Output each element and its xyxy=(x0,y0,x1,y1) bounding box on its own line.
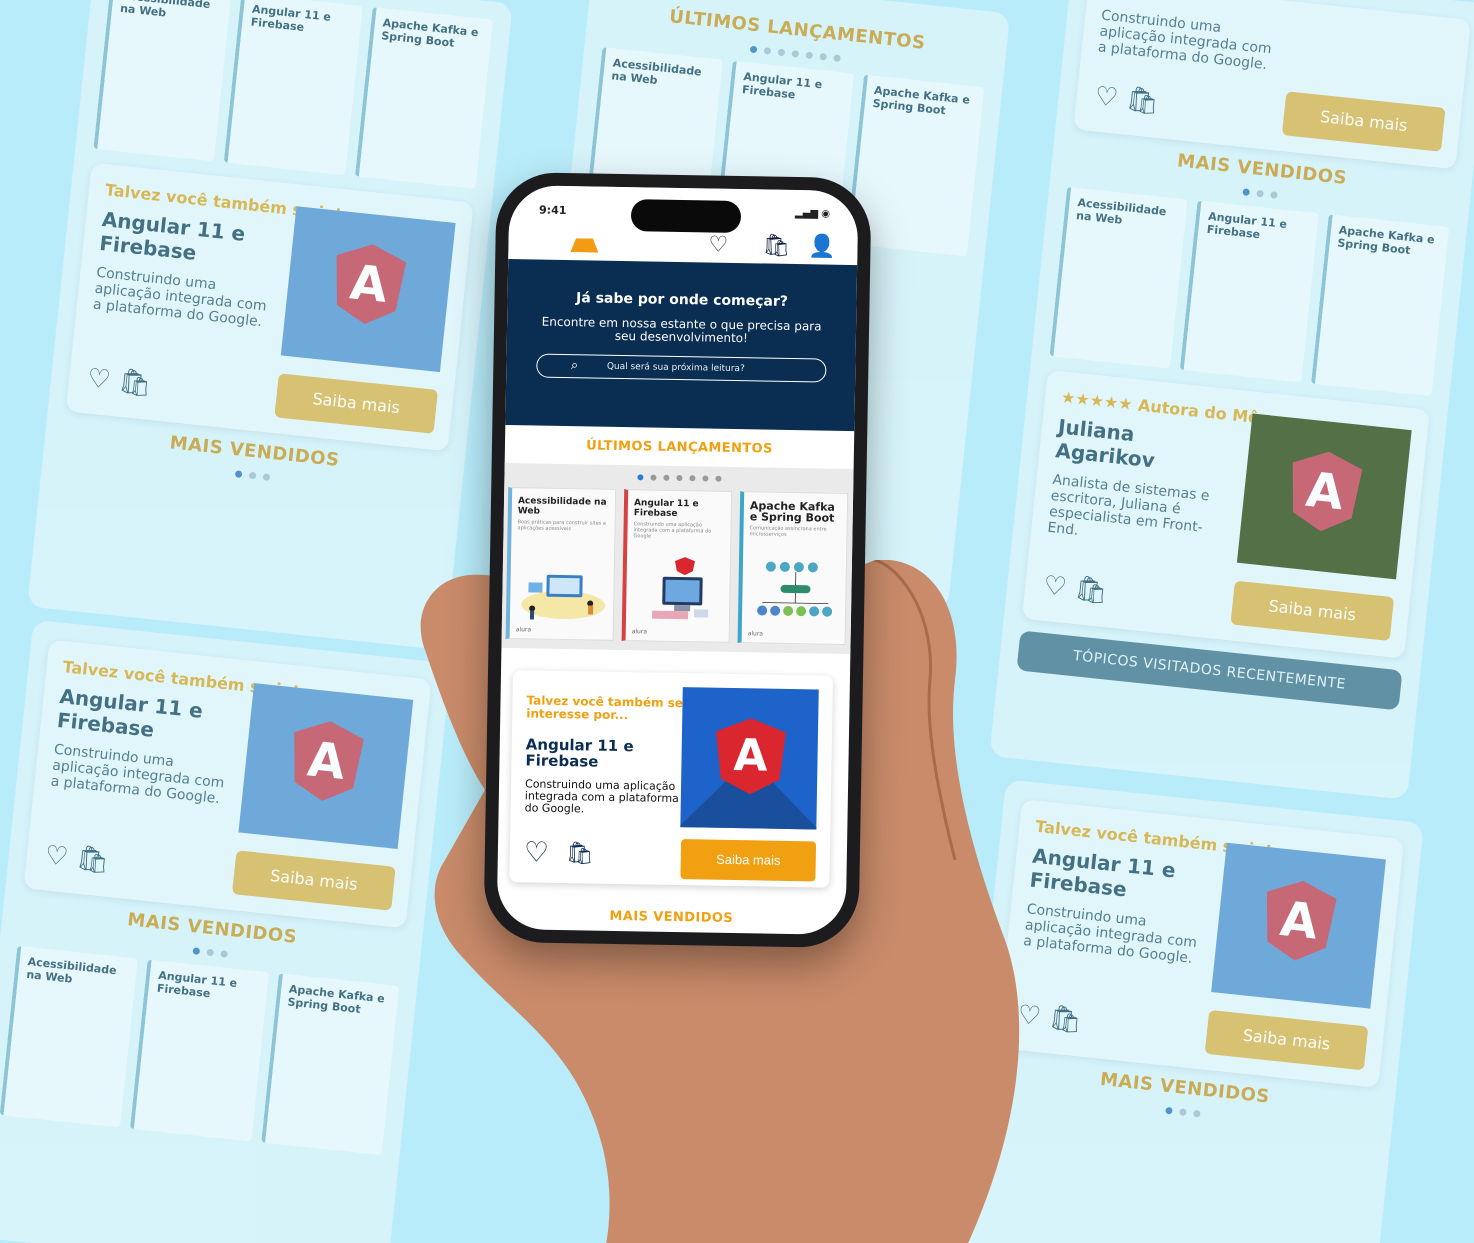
bg-heart-bag-icons: ♡ 🛍 xyxy=(85,363,154,400)
bg-column-left-bottom: Talvez você também se interesse por... A… xyxy=(0,619,452,1243)
bg-angular-cover xyxy=(280,206,456,373)
rec-title: Angular 11 e Firebase xyxy=(525,735,634,771)
bg-book: Angular 11 e Firebase xyxy=(1180,200,1319,383)
bg-recommend-card: Talvez você também se interesse por... A… xyxy=(996,799,1405,1088)
bg-book: Acessibilidade na Web xyxy=(0,945,139,1128)
bg-heart-bag-icons: ♡ 🛍 xyxy=(1016,999,1084,1037)
bg-book: Apache Kafka e Spring Boot xyxy=(1310,214,1450,397)
carousel-dot[interactable] xyxy=(701,475,708,482)
bg-recommend-card: Talvez você também se interesse por... A… xyxy=(65,162,474,452)
carousel-dot[interactable] xyxy=(649,474,656,481)
section-title-best-sellers: MAIS VENDIDOS xyxy=(609,908,734,927)
bg-card-title: Angular 11 e Firebase xyxy=(98,207,247,265)
bg-book: Acessibilidade na Web xyxy=(93,0,232,162)
book-brand: alura xyxy=(747,630,764,638)
saiba-mais-button[interactable]: Saiba mais xyxy=(680,839,817,882)
book-cover-kafka[interactable]: Apache Kafka e Spring Boot Comunicação a… xyxy=(737,491,849,645)
book-illustration xyxy=(521,574,606,620)
heart-icon[interactable]: ♡ xyxy=(524,835,550,868)
status-time: 9:41 xyxy=(538,203,567,218)
bg-saiba-mais: Saiba mais xyxy=(1281,91,1446,152)
bg-card-desc: Construindo uma aplicação integrada com … xyxy=(1022,901,1198,967)
bg-recommend-card: Talvez você também se interesse por... A… xyxy=(23,639,432,929)
logo-icon[interactable] xyxy=(570,238,598,252)
bg-book-row: Acessibilidade na Web Angular 11 e Fireb… xyxy=(1049,186,1450,397)
favorite-icon[interactable]: ♡ xyxy=(708,232,728,257)
bg-heart-bag-icons: ♡ 🛍 xyxy=(43,840,111,877)
bg-card-title: Angular 11 e Firebase xyxy=(1028,843,1177,902)
shopping-bag-icon[interactable]: 🛍 xyxy=(566,841,594,866)
book-list: Acessibilidade na Web Boas práticas para… xyxy=(502,478,854,645)
bg-saiba-mais: Saiba mais xyxy=(231,850,396,911)
book-illustration xyxy=(757,561,833,617)
search-icon: ⌕ xyxy=(570,358,579,374)
phone-device: ♡ 🛍 👤 9:41 ▂▄▆ ◉ Já sabe por onde começa… xyxy=(483,171,872,949)
bg-card-desc: Construindo uma aplicação integrada com … xyxy=(49,741,226,808)
bg-author-desc: Analista de sistemas e escritora, Julian… xyxy=(1046,471,1211,539)
bg-book: Acessibilidade na Web xyxy=(1049,186,1188,369)
carousel-dot[interactable] xyxy=(675,474,682,482)
bg-column-right: Construindo uma aplicação integrada com … xyxy=(989,0,1474,800)
status-signal-icon: ▂▄▆ ◉ xyxy=(794,208,831,220)
bg-column-left: Acessibilidade na Web Angular 11 e Fireb… xyxy=(27,0,513,651)
carousel-dot[interactable] xyxy=(688,475,695,482)
carousel-dot[interactable] xyxy=(662,474,669,481)
bg-heart-bag-icons: ♡ 🛍 xyxy=(1093,81,1161,118)
book-title: Apache Kafka e Spring Boot xyxy=(749,499,835,525)
phone-screen: ♡ 🛍 👤 9:41 ▂▄▆ ◉ Já sabe por onde começa… xyxy=(496,185,859,935)
hero-banner: Já sabe por onde começar? Encontre em no… xyxy=(505,258,858,432)
bg-author-name: Juliana Agarikov xyxy=(1054,414,1156,473)
bg-book: Angular 11 e Firebase xyxy=(223,0,363,176)
book-brand: alura xyxy=(631,628,648,636)
book-cover-acessibilidade[interactable]: Acessibilidade na Web Boas práticas para… xyxy=(505,487,617,641)
user-account-icon[interactable]: 👤 xyxy=(808,234,836,259)
section-title-latest: ÚLTIMOS LANÇAMENTOS xyxy=(586,438,773,457)
book-subtitle: Boas práticas para construir sites e apl… xyxy=(517,519,607,533)
bg-saiba-mais: Saiba mais xyxy=(1230,580,1395,642)
bg-author-photo xyxy=(1236,413,1412,580)
shopping-bag-icon[interactable]: 🛍 xyxy=(762,233,790,258)
bg-card-title: Angular 11 e Firebase xyxy=(55,683,205,742)
book-title: Angular 11 e Firebase xyxy=(633,498,699,519)
carousel-dot[interactable] xyxy=(714,475,721,482)
rec-description: Construindo uma aplicação integrada com … xyxy=(524,777,679,816)
bg-saiba-mais: Saiba mais xyxy=(1204,1009,1369,1071)
hero-title: Já sabe por onde começar? xyxy=(575,290,789,310)
bg-book-row: Acessibilidade na Web Angular 11 e Fireb… xyxy=(93,0,494,189)
book-cover-angular[interactable]: Angular 11 e Firebase Construindo uma ap… xyxy=(621,489,733,643)
bg-recommend-card: Construindo uma aplicação integrada com … xyxy=(1073,0,1471,170)
search-placeholder: Qual será sua próxima leitura? xyxy=(606,361,745,375)
angular-cover-image[interactable]: A xyxy=(680,687,819,830)
rec-kicker: Talvez você também se interesse por... xyxy=(526,693,684,723)
recommendation-card: Talvez você também se interesse por... A… xyxy=(509,670,834,888)
bg-book: Angular 11 e Firebase xyxy=(130,959,269,1142)
book-illustration xyxy=(651,557,709,620)
dynamic-island xyxy=(630,199,742,234)
carousel-dot[interactable] xyxy=(636,474,643,481)
book-title: Acessibilidade na Web xyxy=(517,496,607,517)
bg-card-desc: Construindo uma aplicação integrada com … xyxy=(1097,7,1273,74)
bg-angular-cover xyxy=(238,683,414,850)
book-subtitle: Construindo uma aplicação integrada com … xyxy=(633,521,712,540)
bg-card-desc: Construindo uma aplicação integrada com … xyxy=(92,264,268,331)
bg-heart-bag-icons: ♡ 🛍 xyxy=(1041,570,1110,608)
bg-book-row: Acessibilidade na Web Angular 11 e Fireb… xyxy=(0,945,400,1156)
book-subtitle: Comunicação assíncrona entre microsservi… xyxy=(749,525,827,538)
bg-book: Apache Kafka e Spring Boot xyxy=(354,7,494,189)
bg-author-card: ★★★★★ Autora do Mês Juliana Agarikov Ana… xyxy=(1021,369,1430,659)
bg-column-right-bottom: Talvez você também se interesse por... A… xyxy=(956,779,1424,1243)
bg-author-kicker-text: Autora do Mês xyxy=(1137,395,1270,429)
bg-saiba-mais: Saiba mais xyxy=(274,373,439,434)
hero-text: Encontre em nossa estante o que precisa … xyxy=(541,314,822,346)
bg-book: Apache Kafka e Spring Boot xyxy=(260,973,400,1156)
bg-angular-cover xyxy=(1211,842,1386,1009)
book-brand: alura xyxy=(515,626,532,634)
latest-carousel[interactable]: Acessibilidade na Web Boas práticas para… xyxy=(501,462,854,655)
search-input[interactable]: ⌕ Qual será sua próxima leitura? xyxy=(535,353,827,383)
